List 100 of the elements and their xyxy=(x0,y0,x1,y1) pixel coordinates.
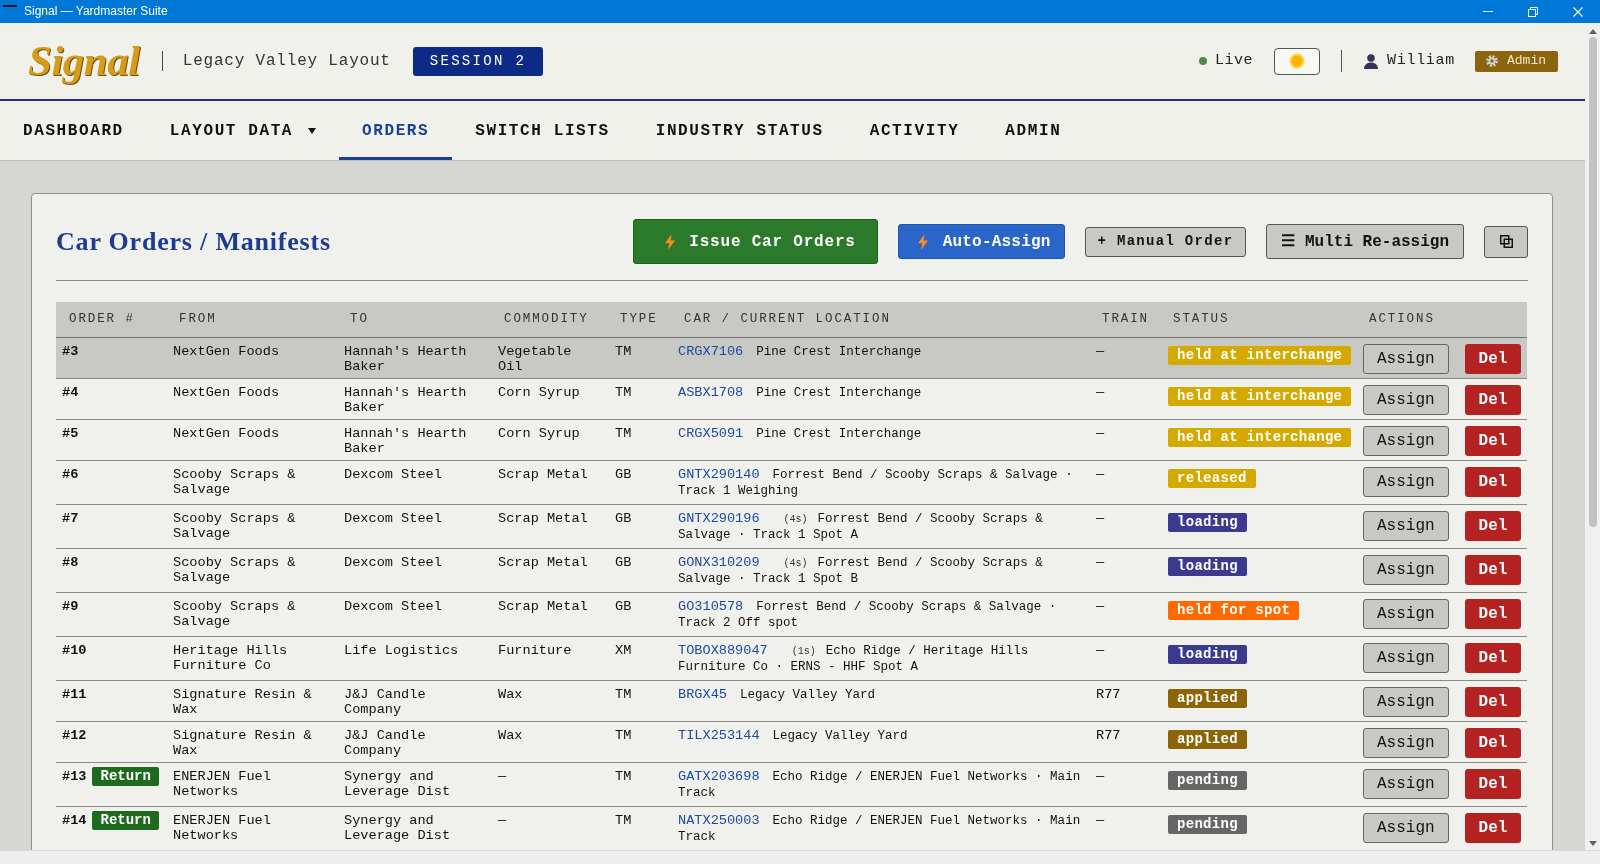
table-cell-text: Synergy and Leverage Dist xyxy=(343,812,452,845)
status-badge: loading xyxy=(1168,513,1247,532)
assign-button[interactable]: Assign xyxy=(1363,728,1449,758)
car-link[interactable]: GNTX290196 xyxy=(678,511,760,526)
nav-tab[interactable]: INDUSTRY STATUS xyxy=(632,101,847,160)
table-cell-text: — xyxy=(497,768,508,786)
action-button[interactable]: + Manual Order xyxy=(1084,226,1247,257)
minimize-icon[interactable] xyxy=(1482,11,1493,12)
status-badge: loading xyxy=(1168,557,1247,576)
status-badge: held for spot xyxy=(1168,601,1300,620)
table-cell-text: — xyxy=(1095,642,1106,660)
car-link[interactable]: GONX310209 xyxy=(678,555,760,570)
delete-button[interactable]: Del xyxy=(1464,555,1522,585)
car-link[interactable]: NATX250003 xyxy=(678,813,760,828)
table-cell-text: TM xyxy=(614,425,633,443)
car-link[interactable]: ASBX1708 xyxy=(678,385,744,400)
column-header: TRAIN xyxy=(1101,311,1150,329)
assign-button[interactable]: Assign xyxy=(1363,769,1449,799)
user-name: William xyxy=(1387,50,1455,71)
nav-tab[interactable]: SWITCH LISTS xyxy=(452,101,633,160)
delete-button[interactable]: Del xyxy=(1464,426,1522,456)
car-link[interactable]: CRGX5091 xyxy=(678,426,744,441)
status-badge: pending xyxy=(1168,815,1247,834)
column-header: STATUS xyxy=(1172,311,1231,329)
status-badge: pending xyxy=(1168,771,1247,790)
table-cell-text: GB xyxy=(614,554,633,572)
table-cell-text: Scrap Metal xyxy=(497,598,589,616)
table-cell-text: GB xyxy=(614,510,633,528)
assign-button[interactable]: Assign xyxy=(1363,555,1449,585)
delete-button[interactable]: Del xyxy=(1464,687,1522,717)
assign-button[interactable]: Assign xyxy=(1363,813,1449,843)
window-title: Signal — Yardmaster Suite xyxy=(24,4,168,19)
order-number: #4 xyxy=(62,385,79,400)
scrollbar-thumb[interactable] xyxy=(1588,37,1597,527)
assign-button[interactable]: Assign xyxy=(1363,687,1449,717)
close-icon[interactable] xyxy=(1572,6,1583,17)
location-text: CRGX5091 Pine Crest Interchange xyxy=(678,427,922,441)
nav-tab[interactable]: ACTIVITY xyxy=(846,101,983,160)
order-number: #13 xyxy=(62,769,87,784)
assign-button[interactable]: Assign xyxy=(1363,599,1449,629)
lightning-icon xyxy=(917,233,928,250)
nav-tab[interactable]: ADMIN xyxy=(982,101,1085,160)
car-link[interactable]: TILX253144 xyxy=(678,728,760,743)
nav-tab[interactable]: LAYOUT DATA xyxy=(146,101,340,160)
order-number: #12 xyxy=(62,728,87,743)
session-badge: SESSION 2 xyxy=(412,46,544,76)
car-link[interactable]: GATX203698 xyxy=(678,769,760,784)
table-cell-text: TM xyxy=(614,343,633,361)
table-cell-text: — xyxy=(1095,425,1106,443)
status-badge: applied xyxy=(1168,730,1247,749)
table-cell-text: — xyxy=(1095,598,1106,616)
assign-button[interactable]: Assign xyxy=(1363,426,1449,456)
car-link[interactable]: TOBOX889047 xyxy=(678,643,768,658)
restore-icon[interactable] xyxy=(1527,6,1538,17)
delete-button[interactable]: Del xyxy=(1464,511,1522,541)
assign-button[interactable]: Assign xyxy=(1363,385,1449,415)
action-button[interactable]: Auto-Assign xyxy=(897,224,1065,259)
table-cell-text: Heritage Hills Furniture Co xyxy=(172,642,289,675)
table-cell-text: Scooby Scraps & Salvage xyxy=(172,466,297,499)
assign-button[interactable]: Assign xyxy=(1363,643,1449,673)
delete-button[interactable]: Del xyxy=(1464,728,1522,758)
table-cell-text: — xyxy=(1095,812,1106,830)
status-badge: held at interchange xyxy=(1168,387,1352,406)
delete-button[interactable]: Del xyxy=(1464,769,1522,799)
location-text: GNTX290196 (4s) Forrest Bend / Scooby Scraps & Salvage · Track 1 Spot A xyxy=(678,512,1043,542)
table-cell-text: Dexcom Steel xyxy=(343,510,443,528)
delete-button[interactable]: Del xyxy=(1464,643,1522,673)
order-number: #6 xyxy=(62,467,79,482)
sun-icon xyxy=(1289,53,1306,69)
car-link[interactable]: BRGX45 xyxy=(678,687,727,702)
table-cell-text: Dexcom Steel xyxy=(343,554,443,572)
order-number: #9 xyxy=(62,599,79,614)
theme-toggle-button[interactable] xyxy=(1274,47,1321,75)
action-button[interactable]: ☰ Multi Re-assign xyxy=(1266,224,1464,259)
car-link[interactable]: GO310578 xyxy=(678,599,744,614)
assign-button[interactable]: Assign xyxy=(1363,344,1449,374)
table-cell-text: ENERJEN Fuel Networks xyxy=(172,768,272,801)
assign-button[interactable]: Assign xyxy=(1363,511,1449,541)
assign-button[interactable]: Assign xyxy=(1363,467,1449,497)
icon-button[interactable] xyxy=(1484,225,1528,258)
table-cell-text: Life Logistics xyxy=(343,642,460,660)
car-link[interactable]: CRGX7106 xyxy=(678,344,744,359)
table-cell-text: — xyxy=(1095,343,1106,361)
delete-button[interactable]: Del xyxy=(1464,813,1522,843)
person-icon xyxy=(1364,53,1379,69)
status-dot-icon xyxy=(1199,57,1208,65)
table-cell-text: XM xyxy=(614,642,633,660)
delete-button[interactable]: Del xyxy=(1464,344,1522,374)
table-cell-text: Scooby Scraps & Salvage xyxy=(172,510,297,543)
scroll-up-icon[interactable] xyxy=(1588,29,1597,34)
delete-button[interactable]: Del xyxy=(1464,385,1522,415)
delete-button[interactable]: Del xyxy=(1464,599,1522,629)
order-number: #14 xyxy=(62,813,87,828)
delete-button[interactable]: Del xyxy=(1464,467,1522,497)
table-cell-text: Dexcom Steel xyxy=(343,466,443,484)
table-row[interactable]: #3 NextGen Foods Hannah's Hearth Baker Vegetable Oil TM CRGX7106 Pine Crest Interchange — held at interchange Assign Del xyxy=(56,338,1527,379)
scroll-down-icon[interactable] xyxy=(1588,841,1597,846)
car-link[interactable]: GNTX290140 xyxy=(678,467,760,482)
action-button[interactable]: Issue Car Orders xyxy=(633,219,878,264)
nav-tab[interactable]: DASHBOARD xyxy=(0,101,147,160)
